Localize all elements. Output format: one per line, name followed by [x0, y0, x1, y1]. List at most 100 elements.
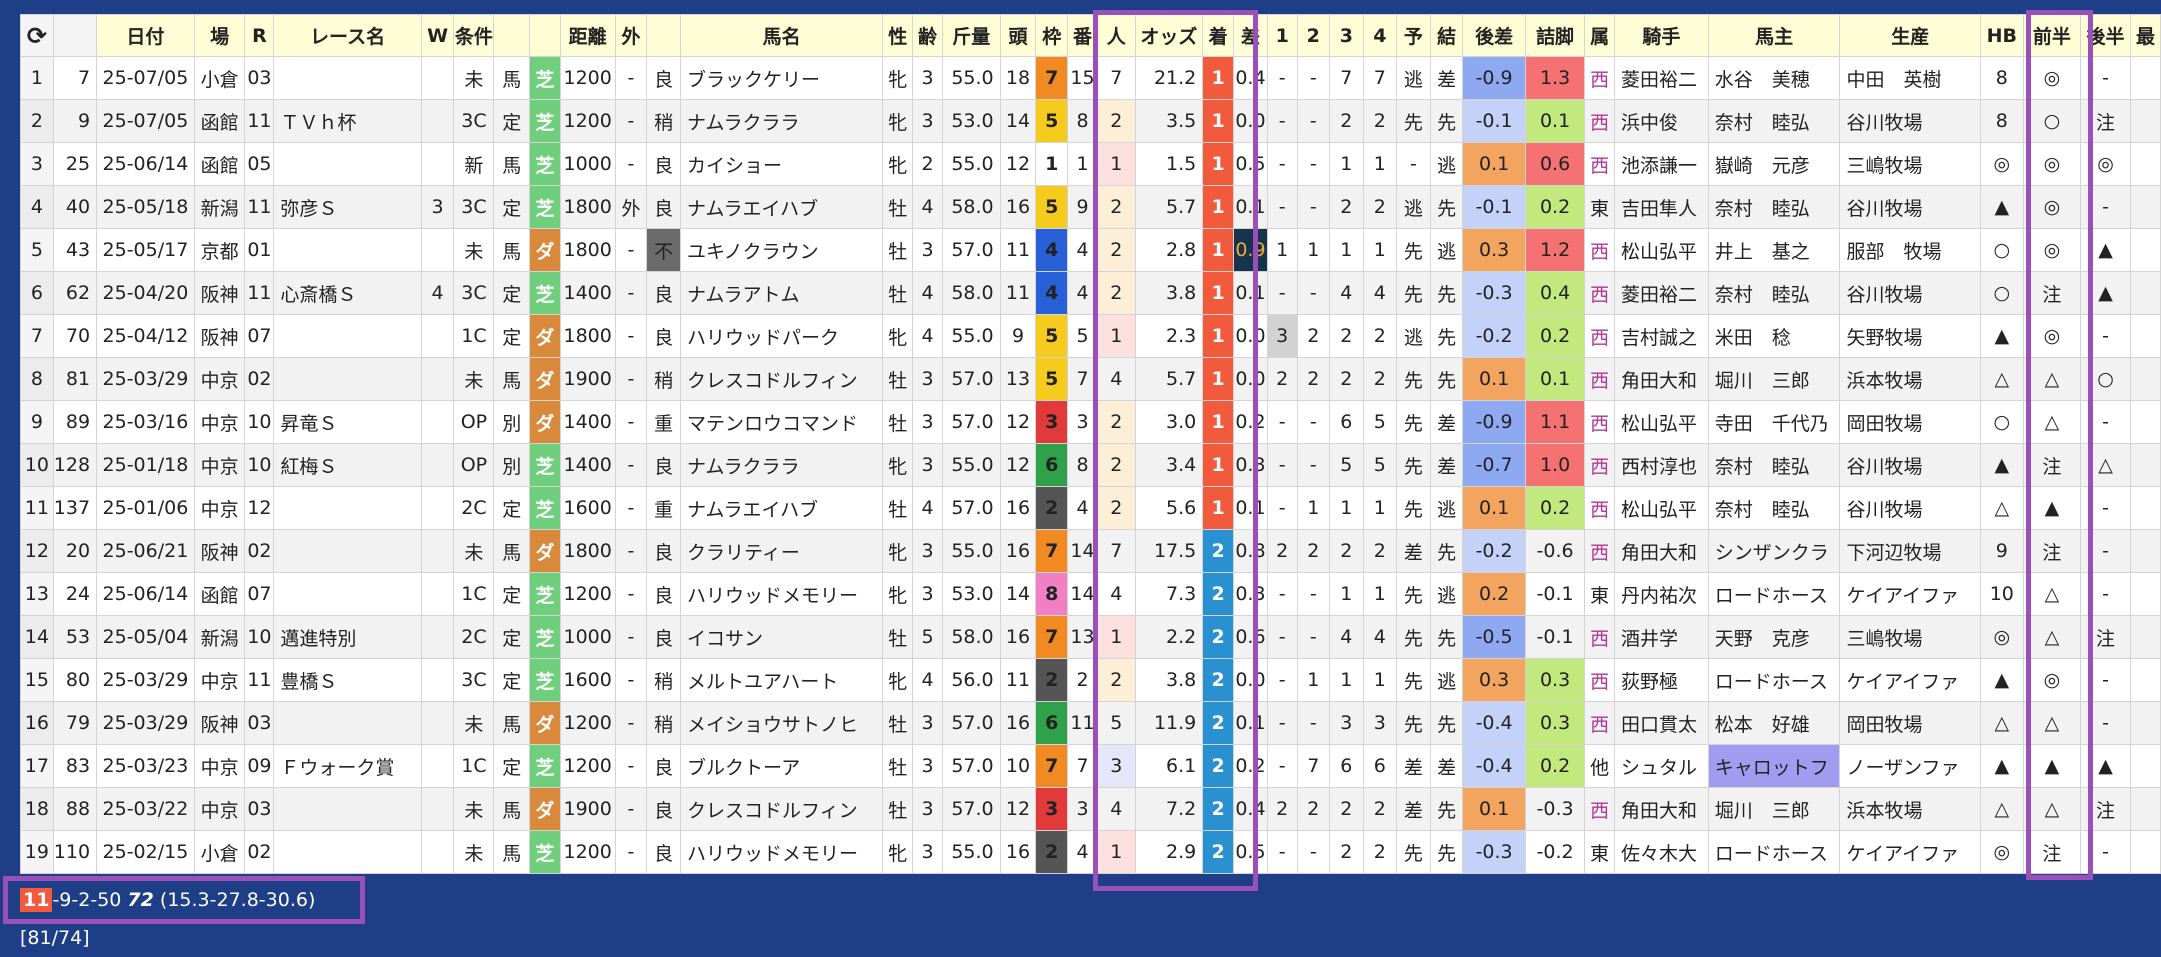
cell-horse-name[interactable]: ナムラアトム	[679, 271, 884, 315]
cell-horse-name[interactable]: クレスコドルフィン	[679, 787, 884, 831]
table-row[interactable]: 7 70 25-04/12 阪神 07 1C 定ダ 1800- 良ハリウッドパーク牝 4 55.0 9…	[20, 314, 2161, 358]
cell-horse-name[interactable]: クレスコドルフィン	[679, 357, 884, 401]
header-last[interactable]: 最	[2129, 14, 2161, 57]
cell-date[interactable]: 25-03/29	[96, 357, 195, 401]
cell-date[interactable]: 25-06/14	[96, 142, 195, 186]
header-finish[interactable]: 着	[1202, 14, 1234, 57]
header-affiliation[interactable]: 属	[1584, 14, 1616, 57]
cell-date[interactable]: 25-03/22	[96, 787, 195, 831]
header-going[interactable]	[646, 14, 681, 57]
header-margin[interactable]: 差	[1232, 14, 1268, 57]
table-row[interactable]: 10 128 25-01/18 中京 10 紅梅Ｓ OP 別芝 1400- 良ナムラクララ牝 3 55…	[20, 443, 2161, 487]
table-row[interactable]: 3 25 25-06/14 函館 05 新馬芝 1000- 良カイショー牝 2 55.0 12 1 1 1…	[20, 142, 2161, 186]
cell-date[interactable]: 25-03/23	[96, 744, 195, 788]
table-row[interactable]: 4 40 25-05/18 新潟 11 弥彦Ｓ 3 3C 定芝 1800 外良ナムラエイハブ牡 4 58…	[20, 185, 2161, 229]
cell-horse-name[interactable]: ユキノクラウン	[679, 228, 884, 272]
table-row[interactable]: 6 62 25-04/20 阪神 11 心斎橋Ｓ 4 3C 定芝 1400- 良ナムラアトム牡 4 58…	[20, 271, 2161, 315]
cell-horse-name[interactable]: クラリティー	[679, 529, 884, 573]
cell-sex: 牝	[882, 529, 914, 573]
header-horse-number[interactable]: 番	[1067, 14, 1098, 57]
table-row[interactable]: 5 43 25-05/17 京都 01 未馬ダ 1800- 不ユキノクラウン牡 3 57.0 11 4…	[20, 228, 2161, 272]
cell-date[interactable]: 25-02/15	[96, 830, 195, 874]
header-odds[interactable]: オッズ	[1134, 14, 1204, 57]
cell-date[interactable]: 25-01/06	[96, 486, 195, 530]
cell-date[interactable]: 25-06/14	[96, 572, 195, 616]
header-condition[interactable]: 条件	[453, 14, 495, 57]
table-row[interactable]: 15 80 25-03/29 中京 11 豊橋Ｓ 3C 定芝 1600- 稍メルトユアハート牝 4 5…	[20, 658, 2161, 702]
cell-date[interactable]: 25-05/17	[96, 228, 195, 272]
header-gate-frame[interactable]: 枠	[1035, 14, 1069, 57]
header-row-number[interactable]	[52, 14, 98, 57]
header-refresh[interactable]: ⟳	[20, 14, 54, 57]
header-field-size[interactable]: 頭	[999, 14, 1037, 57]
header-jockey[interactable]: 騎手	[1614, 14, 1709, 57]
cell-horse-name[interactable]: イコサン	[679, 615, 884, 659]
cell-date[interactable]: 25-04/20	[96, 271, 195, 315]
cell-horse-name[interactable]: ナムラクララ	[679, 443, 884, 487]
header-second-half[interactable]: 後半	[2080, 14, 2131, 57]
cell-horse-name[interactable]: ナムラクララ	[679, 99, 884, 143]
table-row[interactable]: 8 81 25-03/29 中京 02 未馬ダ 1900- 稍クレスコドルフィン牡 3 57.0 1…	[20, 357, 2161, 401]
cell-date[interactable]: 25-07/05	[96, 99, 195, 143]
cell-field-size: 9	[999, 314, 1037, 358]
cell-horse-name[interactable]: ハリウッドパーク	[679, 314, 884, 358]
header-last-diff[interactable]: 後差	[1462, 14, 1526, 57]
cell-horse-name[interactable]: ナムラエイハブ	[679, 486, 884, 530]
header-race-type[interactable]	[493, 14, 531, 57]
cell-horse-name[interactable]: マテンロウコマンド	[679, 400, 884, 444]
cell-date[interactable]: 25-06/21	[96, 529, 195, 573]
table-row[interactable]: 1 7 25-07/05 小倉 03 未馬芝 1200- 良ブラックケリー牝 3 55.0 18 7 1…	[20, 56, 2161, 100]
header-corner-4[interactable]: 4	[1362, 14, 1398, 57]
cell-date[interactable]: 25-05/18	[96, 185, 195, 229]
cell-date[interactable]: 25-01/18	[96, 443, 195, 487]
header-popularity[interactable]: 人	[1096, 14, 1136, 57]
table-row[interactable]: 19 110 25-02/15 小倉 02 未馬芝 1200- 良ハリウッドメモリー牝 3 55.…	[20, 830, 2161, 874]
header-track[interactable]	[529, 14, 561, 57]
cell-horse-name[interactable]: ナムラエイハブ	[679, 185, 884, 229]
header-corner-1[interactable]: 1	[1266, 14, 1298, 57]
table-row[interactable]: 16 79 25-03/29 阪神 03 未馬ダ 1200- 稍メイショウサトノヒ牡 3 57.0…	[20, 701, 2161, 745]
header-result[interactable]: 結	[1429, 14, 1464, 57]
cell-horse-name[interactable]: ブラックケリー	[679, 56, 884, 100]
cell-horse-name[interactable]: メイショウサトノヒ	[679, 701, 884, 745]
table-row[interactable]: 11 137 25-01/06 中京 12 2C 定芝 1600- 重ナムラエイハブ牡 4 57.0…	[20, 486, 2161, 530]
header-outer[interactable]: 外	[614, 14, 648, 57]
header-breeder[interactable]: 生産	[1839, 14, 1981, 57]
table-row[interactable]: 18 88 25-03/22 中京 03 未馬ダ 1900- 良クレスコドルフィン牡 3 57.0…	[20, 787, 2161, 831]
cell-horse-name[interactable]: カイショー	[679, 142, 884, 186]
header-weight[interactable]: W	[420, 14, 455, 57]
header-prediction[interactable]: 予	[1396, 14, 1431, 57]
header-weight-carried[interactable]: 斤量	[941, 14, 1001, 57]
header-hb[interactable]: HB	[1979, 14, 2024, 57]
table-row[interactable]: 14 53 25-05/04 新潟 10 邁進特別 2C 定芝 1000- 良イコサン牡 5 58.0…	[20, 615, 2161, 659]
header-race-number[interactable]: R	[244, 14, 275, 57]
header-closing[interactable]: 詰脚	[1524, 14, 1586, 57]
header-sex[interactable]: 性	[882, 14, 914, 57]
cell-date[interactable]: 25-03/16	[96, 400, 195, 444]
cell-horse-name[interactable]: ハリウッドメモリー	[679, 830, 884, 874]
cell-horse-name[interactable]: ブルクトーア	[679, 744, 884, 788]
header-age[interactable]: 齢	[912, 14, 943, 57]
header-horse-name[interactable]: 馬名	[679, 14, 884, 57]
header-corner-2[interactable]: 2	[1296, 14, 1331, 57]
cell-date[interactable]: 25-04/12	[96, 314, 195, 358]
table-row[interactable]: 9 89 25-03/16 中京 10 昇竜Ｓ OP 別ダ 1400- 重マテンロウコマンド牡 3 5…	[20, 400, 2161, 444]
header-venue[interactable]: 場	[193, 14, 246, 57]
cell-date[interactable]: 25-05/04	[96, 615, 195, 659]
cell-horse-name[interactable]: メルトユアハート	[679, 658, 884, 702]
header-owner[interactable]: 馬主	[1707, 14, 1841, 57]
header-date[interactable]: 日付	[96, 14, 195, 57]
header-distance[interactable]: 距離	[559, 14, 616, 57]
header-race-name[interactable]: レース名	[273, 14, 422, 57]
cell-horse-name[interactable]: ハリウッドメモリー	[679, 572, 884, 616]
cell-date[interactable]: 25-03/29	[96, 658, 195, 702]
cell-date[interactable]: 25-07/05	[96, 56, 195, 100]
table-row[interactable]: 12 20 25-06/21 阪神 02 未馬ダ 1800- 良クラリティー牝 3 55.0 16 7…	[20, 529, 2161, 573]
table-row[interactable]: 2 9 25-07/05 函館 11 ＴＶｈ杯 3C 定芝 1200- 稍ナムラクララ牝 3 53.0…	[20, 99, 2161, 143]
table-row[interactable]: 13 24 25-06/14 函館 07 1C 定芝 1200- 良ハリウッドメモリー牝 3 53.…	[20, 572, 2161, 616]
refresh-icon[interactable]: ⟳	[27, 22, 47, 50]
header-corner-3[interactable]: 3	[1329, 14, 1364, 57]
table-row[interactable]: 17 83 25-03/23 中京 09 Ｆウォーク賞 1C 定芝 1200- 良ブルクトーア牡 3…	[20, 744, 2161, 788]
cell-date[interactable]: 25-03/29	[96, 701, 195, 745]
header-first-half[interactable]: 前半	[2022, 14, 2082, 57]
